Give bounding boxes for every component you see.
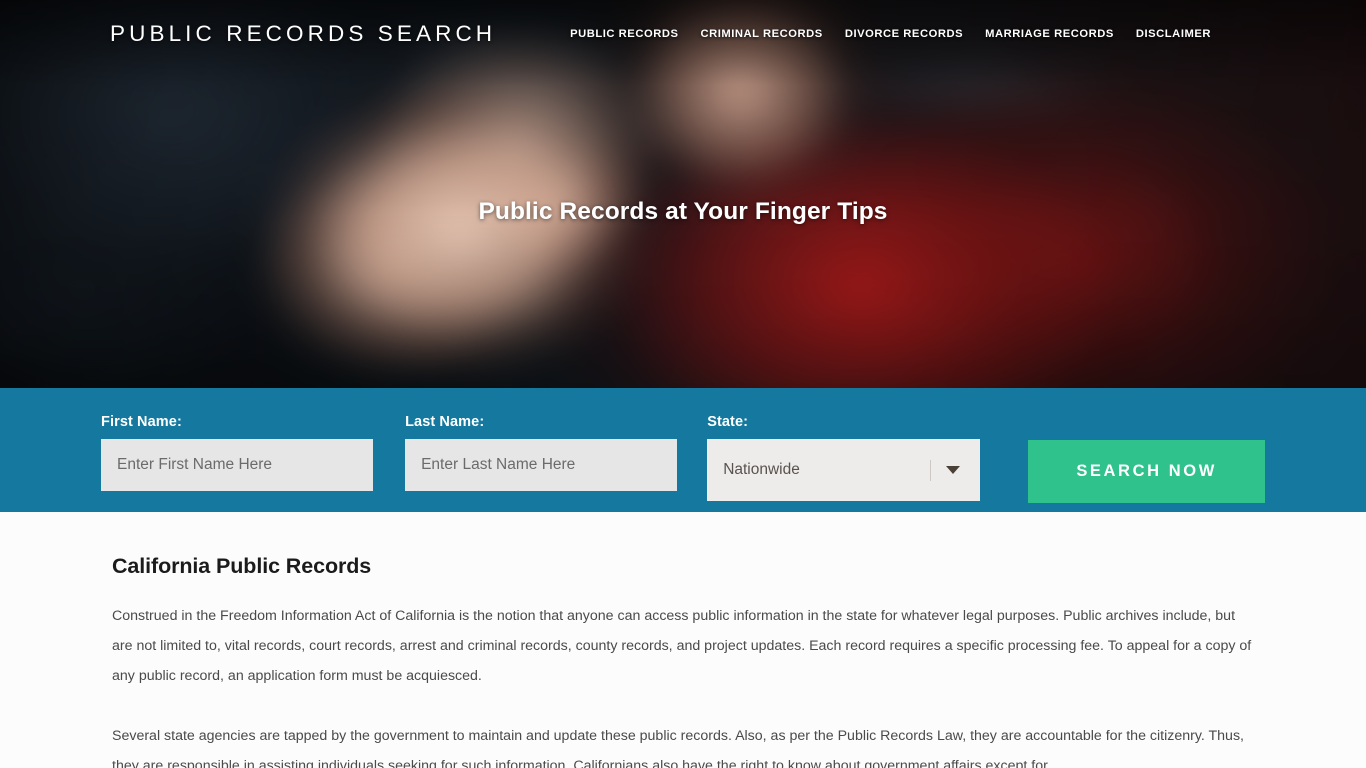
main-content: California Public Records Construed in t… (0, 512, 1366, 768)
last-name-input[interactable] (405, 439, 678, 491)
nav-item-marriage-records[interactable]: MARRIAGE RECORDS (985, 28, 1114, 40)
nav-item-public-records[interactable]: PUBLIC RECORDS (570, 28, 678, 40)
state-field-group: State: Nationwide (707, 414, 981, 501)
main-navigation: PUBLIC RECORDS CRIMINAL RECORDS DIVORCE … (570, 28, 1211, 40)
search-form-band: First Name: Last Name: State: Nationwide… (0, 388, 1366, 512)
last-name-field-group: Last Name: (405, 414, 678, 491)
site-header: PUBLIC RECORDS SEARCH PUBLIC RECORDS CRI… (0, 0, 1366, 68)
last-name-label: Last Name: (405, 414, 485, 430)
hero-headline: Public Records at Your Finger Tips (478, 198, 888, 225)
nav-item-divorce-records[interactable]: DIVORCE RECORDS (845, 28, 963, 40)
state-select[interactable]: Nationwide (707, 439, 981, 501)
nav-item-criminal-records[interactable]: CRIMINAL RECORDS (700, 28, 822, 40)
select-divider (930, 460, 932, 481)
first-name-label: First Name: (101, 414, 182, 430)
site-logo[interactable]: PUBLIC RECORDS SEARCH (110, 21, 496, 47)
content-paragraph-1: Construed in the Freedom Information Act… (112, 608, 1252, 684)
nav-item-disclaimer[interactable]: DISCLAIMER (1136, 28, 1211, 40)
search-now-button[interactable]: SEARCH NOW (1028, 440, 1265, 503)
first-name-field-group: First Name: (101, 414, 374, 491)
chevron-down-icon (946, 466, 961, 474)
hero-section: PUBLIC RECORDS SEARCH PUBLIC RECORDS CRI… (0, 0, 1366, 388)
state-label: State: (707, 414, 749, 430)
page-title: California Public Records (112, 554, 372, 578)
state-selected-value: Nationwide (723, 461, 800, 478)
first-name-input[interactable] (101, 439, 374, 491)
content-paragraph-2: Several state agencies are tapped by the… (112, 728, 1244, 768)
